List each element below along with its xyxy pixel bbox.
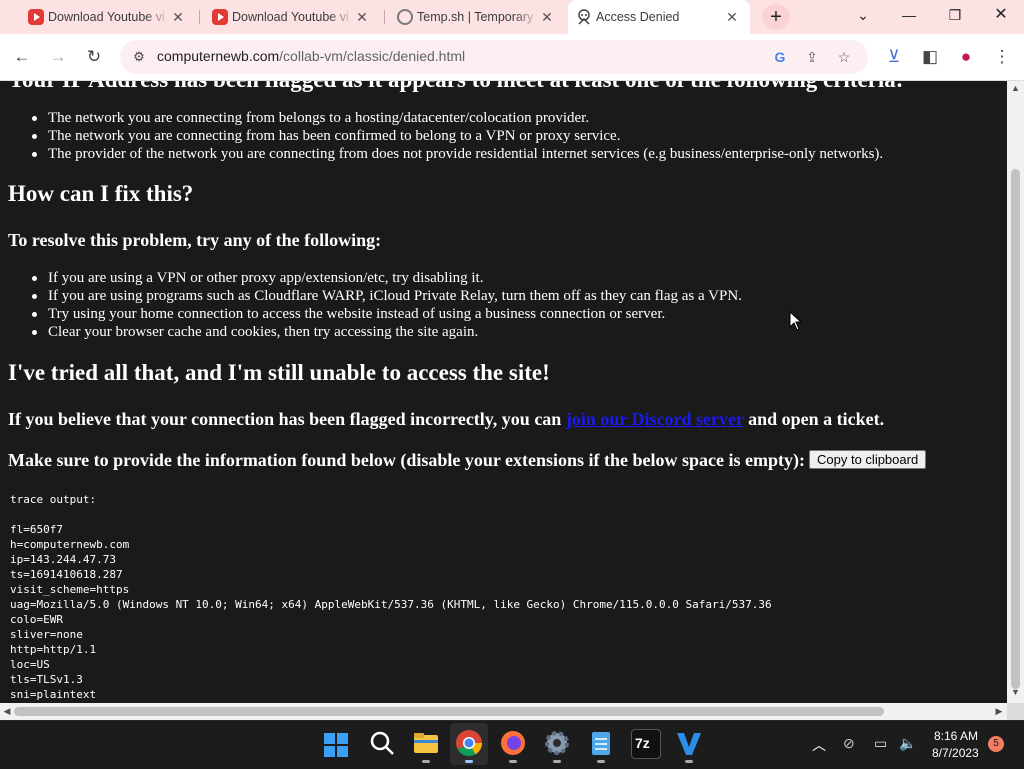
mouse-cursor-icon: [789, 311, 803, 331]
tab-title: Access Denied: [596, 10, 680, 24]
resolve-heading: To resolve this problem, try any of the …: [8, 230, 382, 250]
scrollbar-corner: [1007, 703, 1024, 720]
maximize-button[interactable]: ❐: [932, 0, 978, 30]
list-item: Clear your browser cache and cookies, th…: [30, 323, 742, 341]
discord-paragraph: If you believe that your connection has …: [8, 409, 885, 429]
url-text[interactable]: computernewb.com/collab-vm/classic/denie…: [157, 48, 465, 64]
list-item: Try using your home connection to access…: [30, 305, 742, 323]
tab-strip: Download Youtube vi ✕ Download Youtube v…: [0, 0, 1024, 34]
flagged-heading: Your IP Address has been flagged as it a…: [8, 81, 903, 93]
tab-temp-sh[interactable]: Temp.sh | Temporary ✕: [389, 0, 565, 34]
vertical-scroll-thumb[interactable]: [1011, 169, 1020, 689]
new-tab-button[interactable]: +: [762, 4, 790, 30]
network-offline-icon[interactable]: ⊘: [843, 735, 855, 752]
vm-app-icon[interactable]: [675, 729, 703, 763]
search-icon[interactable]: [368, 729, 396, 757]
globe-icon: [397, 9, 413, 25]
tab-title: Temp.sh | Temporary: [417, 10, 534, 24]
tab-divider: [384, 10, 385, 24]
notepad-icon[interactable]: [587, 729, 615, 763]
fixes-list: If you are using a VPN or other proxy ap…: [30, 269, 742, 341]
back-button[interactable]: ←: [9, 44, 35, 70]
address-bar[interactable]: ⚙ computernewb.com/collab-vm/classic/den…: [120, 40, 868, 74]
clock-time[interactable]: 8:16 AM: [934, 729, 978, 743]
side-panel-icon[interactable]: ◧: [917, 44, 943, 70]
scroll-down-arrow-icon[interactable]: ▼: [1007, 687, 1024, 697]
start-button[interactable]: [324, 733, 348, 757]
reasons-list: The network you are connecting from belo…: [30, 109, 883, 163]
horizontal-scrollbar[interactable]: ◀ ▶: [0, 703, 1007, 720]
list-item: The network you are connecting from has …: [30, 127, 883, 145]
list-item: The network you are connecting from belo…: [30, 109, 883, 127]
close-icon[interactable]: ✕: [354, 9, 370, 26]
file-explorer-icon[interactable]: [412, 729, 440, 763]
discord-link[interactable]: join our Discord server: [566, 409, 744, 429]
menu-icon[interactable]: ⋮: [989, 44, 1015, 70]
running-indicator: [553, 760, 561, 763]
trace-output: trace output: fl=650f7 h=computernewb.co…: [10, 493, 772, 701]
browser-toolbar: ← → ↻ ⚙ computernewb.com/collab-vm/class…: [0, 34, 1024, 81]
youtube-icon: [28, 9, 44, 25]
notification-badge[interactable]: 5: [988, 736, 1004, 752]
horizontal-scroll-thumb[interactable]: [14, 707, 884, 716]
forward-button[interactable]: →: [45, 44, 71, 70]
tab-search-icon[interactable]: ⌄: [840, 0, 886, 30]
share-icon[interactable]: ⇪: [802, 47, 822, 67]
tab-title: Download Youtube vi: [232, 10, 349, 24]
running-indicator: [509, 760, 517, 763]
fix-heading: How can I fix this?: [8, 181, 194, 206]
tab-divider: [199, 10, 200, 24]
tried-heading: I've tried all that, and I'm still unabl…: [8, 360, 550, 385]
close-icon[interactable]: ✕: [170, 9, 186, 26]
clock-date[interactable]: 8/7/2023: [932, 746, 979, 760]
youtube-icon: [212, 9, 228, 25]
list-item: The provider of the network you are conn…: [30, 145, 883, 163]
show-hidden-icons-chevron-icon[interactable]: ︿: [812, 735, 826, 755]
windows-taskbar: 7z ︿ ⊘ ▭ 🔈 8:16 AM 8/7/2023 5: [0, 720, 1024, 769]
profile-avatar-icon[interactable]: ●: [953, 44, 979, 70]
info-paragraph: Make sure to provide the information fou…: [8, 450, 927, 471]
close-window-button[interactable]: ✕: [978, 0, 1024, 30]
close-icon[interactable]: ✕: [539, 9, 555, 26]
tab-download-youtube-2[interactable]: Download Youtube vi ✕: [204, 0, 380, 34]
tab-title: Download Youtube vi: [48, 10, 165, 24]
tab-download-youtube-1[interactable]: Download Youtube vi ✕: [20, 0, 196, 34]
volume-icon[interactable]: 🔈: [899, 735, 916, 752]
bookmark-star-icon[interactable]: ☆: [834, 47, 854, 67]
tab-access-denied[interactable]: Access Denied ✕: [568, 0, 750, 34]
download-icon[interactable]: ⊻: [881, 44, 907, 70]
firefox-icon[interactable]: [499, 729, 527, 763]
scroll-up-arrow-icon[interactable]: ▲: [1007, 83, 1024, 93]
7zip-icon[interactable]: 7z: [631, 729, 661, 759]
hacker-icon: [576, 9, 592, 25]
site-info-icon[interactable]: ⚙: [130, 48, 148, 66]
running-indicator: [597, 760, 605, 763]
page-content: Your IP Address has been flagged as it a…: [0, 81, 1007, 703]
list-item: If you are using a VPN or other proxy ap…: [30, 269, 742, 287]
display-icon[interactable]: ▭: [874, 735, 887, 752]
copy-to-clipboard-button[interactable]: Copy to clipboard: [809, 450, 927, 469]
settings-gear-icon[interactable]: [543, 729, 571, 763]
vertical-scrollbar[interactable]: ▲ ▼: [1007, 81, 1024, 703]
reload-button[interactable]: ↻: [81, 44, 107, 70]
scroll-right-arrow-icon[interactable]: ▶: [992, 703, 1006, 720]
google-lens-icon[interactable]: G: [770, 47, 790, 67]
minimize-button[interactable]: —: [886, 0, 932, 30]
running-indicator: [685, 760, 693, 763]
running-indicator: [465, 760, 473, 763]
close-icon[interactable]: ✕: [724, 9, 740, 26]
scroll-left-arrow-icon[interactable]: ◀: [0, 703, 14, 720]
running-indicator: [422, 760, 430, 763]
list-item: If you are using programs such as Cloudf…: [30, 287, 742, 305]
chrome-icon[interactable]: [450, 723, 488, 765]
